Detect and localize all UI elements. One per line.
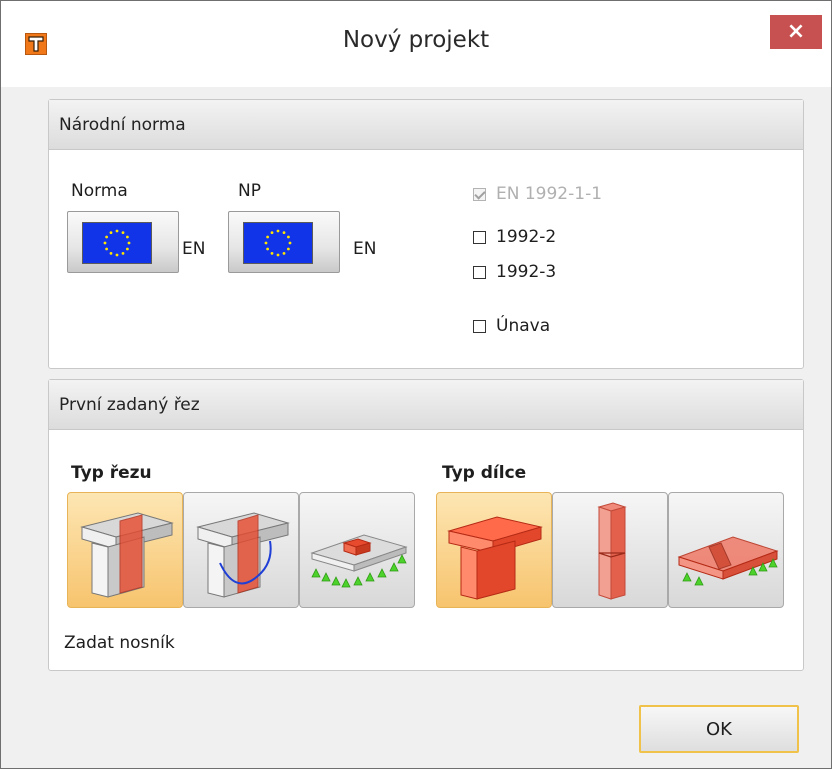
checkbox-1992-3[interactable]: 1992-3 [473,262,556,282]
checkbox-label: 1992-3 [496,262,557,282]
member-type-beam-tile[interactable] [436,492,552,608]
checkbox-box[interactable] [473,319,486,333]
dialog-window: Nový projekt × Národní norma Norma NP EN [0,0,832,769]
checkbox-en-1992-1-1[interactable]: EN 1992-1-1 [473,184,602,204]
np-label: NP [238,181,261,201]
section-type-curve-tile[interactable] [183,492,299,608]
tbeam-curve-section-icon [196,512,290,598]
checkbox-unava[interactable]: Únava [473,316,550,336]
title-bar: Nový projekt × [1,1,831,87]
slab-member-icon [677,536,779,586]
ok-button[interactable]: OK [639,705,799,753]
member-type-label: Typ dílce [442,463,527,483]
tbeam-section-icon [80,512,174,598]
national-code-header: Národní norma [49,100,803,150]
column-member-icon [597,502,627,600]
close-icon: × [786,19,806,44]
checkbox-label: 1992-2 [496,227,557,247]
checkbox-1992-2[interactable]: 1992-2 [473,227,556,247]
section-type-slab-tile[interactable] [299,492,415,608]
member-type-column-tile[interactable] [552,492,668,608]
close-button[interactable]: × [770,15,822,49]
eu-flag-icon [243,222,313,264]
checkbox-box[interactable] [473,230,486,244]
checkbox-box[interactable] [473,265,486,279]
np-flag-button[interactable] [228,211,340,273]
eu-flag-icon [82,222,152,264]
checkbox-box[interactable] [473,187,486,201]
member-type-slab-tile[interactable] [668,492,784,608]
status-text: Zadat nosník [64,633,175,653]
beam-member-icon [447,516,543,600]
checkbox-label: Únava [496,316,551,336]
section-type-label: Typ řezu [71,463,152,483]
section-type-tbeam-tile[interactable] [67,492,183,608]
norma-value: EN [182,239,206,259]
window-title: Nový projekt [342,27,490,53]
norma-flag-button[interactable] [67,211,179,273]
norma-label: Norma [71,181,128,201]
np-value: EN [353,239,377,259]
first-section-header: První zadaný řez [49,380,803,430]
slab-section-icon [310,534,408,588]
checkbox-label: EN 1992-1-1 [496,184,603,204]
